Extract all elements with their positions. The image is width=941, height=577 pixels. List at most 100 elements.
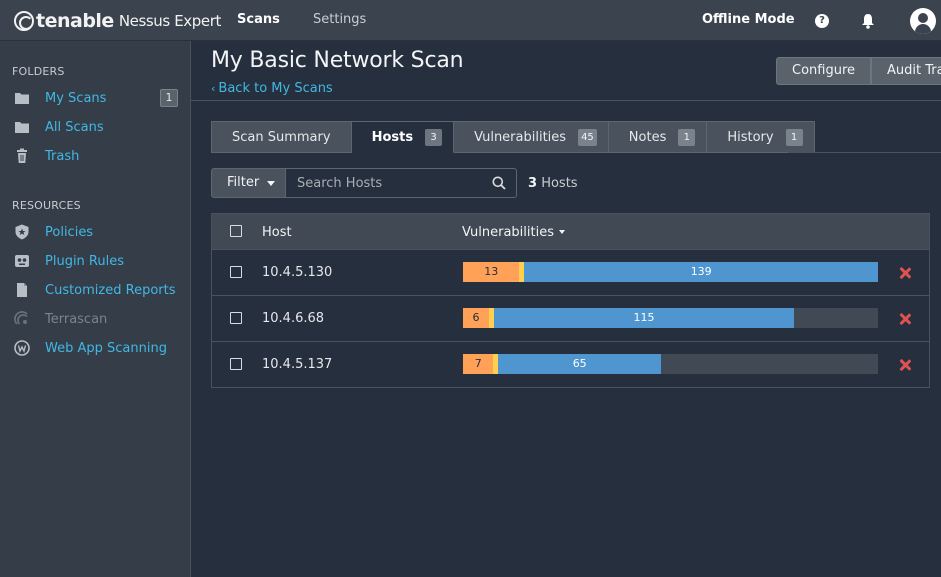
- sidebar-item-policies[interactable]: Policies: [14, 222, 184, 242]
- filter-button[interactable]: Filter: [211, 168, 286, 198]
- tab-history[interactable]: History 1: [707, 121, 815, 153]
- tab-hosts[interactable]: Hosts 3: [351, 121, 455, 153]
- sidebar: FOLDERS My Scans 1 All Scans Trash RESOU…: [0, 41, 191, 577]
- help-icon[interactable]: ?: [815, 14, 829, 28]
- table-row[interactable]: 10.4.5.130 13 139: [212, 250, 929, 296]
- sidebar-item-label: Policies: [45, 224, 94, 240]
- tab-count-badge: 3: [425, 128, 443, 146]
- folders-heading: FOLDERS: [12, 65, 65, 78]
- user-avatar-icon[interactable]: [910, 8, 936, 34]
- column-header-vulnerabilities[interactable]: Vulnerabilities: [462, 225, 565, 240]
- tenable-logo[interactable]: tenable Nessus Expert: [14, 9, 221, 33]
- remove-host-icon[interactable]: [899, 359, 911, 371]
- trash-icon: [17, 148, 27, 163]
- tenable-logo-icon: [14, 11, 34, 31]
- row-checkbox[interactable]: [230, 266, 242, 278]
- host-ip[interactable]: 10.4.5.137: [262, 357, 332, 372]
- header-divider: [191, 100, 941, 101]
- sidebar-item-web-app-scanning[interactable]: Web App Scanning: [14, 338, 184, 358]
- row-checkbox[interactable]: [230, 312, 242, 324]
- table-row[interactable]: 10.4.6.68 6 115: [212, 296, 929, 342]
- shield-icon: [15, 224, 29, 240]
- search-icon[interactable]: [492, 176, 506, 190]
- hosts-count-number: 3: [528, 176, 538, 191]
- severity-info-segment[interactable]: 65: [498, 354, 661, 374]
- sidebar-item-label: My Scans: [45, 90, 107, 106]
- back-to-my-scans-link[interactable]: ‹ Back to My Scans: [211, 81, 333, 96]
- tab-label: History: [727, 129, 774, 145]
- offline-mode-label[interactable]: Offline Mode: [702, 12, 795, 27]
- logo-product-text: Nessus Expert: [118, 12, 222, 30]
- tab-notes[interactable]: Notes 1: [608, 121, 708, 153]
- tab-label: Scan Summary: [232, 129, 331, 145]
- logo-brand-text: tenable: [36, 10, 114, 32]
- hosts-count-label: Hosts: [541, 176, 578, 191]
- configure-button[interactable]: Configure: [776, 57, 872, 85]
- chevron-down-icon: [267, 181, 275, 186]
- tab-label: Notes: [628, 129, 667, 145]
- scan-actions-button-group: Configure Audit Trail: [776, 57, 941, 85]
- back-link-label: Back to My Scans: [218, 81, 333, 96]
- sidebar-item-label: Terrascan: [45, 311, 108, 327]
- filter-button-label: Filter: [227, 175, 260, 190]
- terrascan-icon: [14, 311, 28, 325]
- tab-label: Vulnerabilities: [474, 129, 567, 145]
- tab-vulnerabilities[interactable]: Vulnerabilities 45: [454, 121, 609, 153]
- select-all-checkbox[interactable]: [230, 225, 242, 237]
- plugin-icon: [15, 255, 29, 267]
- document-icon: [17, 283, 27, 297]
- tab-count-badge: 1: [785, 128, 803, 146]
- bell-icon[interactable]: [861, 13, 875, 29]
- sidebar-item-label: Customized Reports: [45, 282, 176, 298]
- hosts-count-text: 3 Hosts: [528, 176, 578, 191]
- table-header: Host Vulnerabilities: [212, 214, 929, 250]
- vulnerability-bar[interactable]: 13 139: [463, 262, 878, 282]
- sidebar-item-label: All Scans: [45, 119, 104, 135]
- remove-host-icon[interactable]: [899, 313, 911, 325]
- sidebar-item-customized-reports[interactable]: Customized Reports: [14, 280, 184, 300]
- severity-high-segment[interactable]: 6: [463, 308, 490, 328]
- remove-host-icon[interactable]: [899, 267, 911, 279]
- sidebar-item-terrascan[interactable]: Terrascan: [14, 309, 184, 329]
- severity-high-segment[interactable]: 7: [463, 354, 494, 374]
- column-header-host[interactable]: Host: [262, 225, 292, 240]
- severity-info-segment[interactable]: 139: [524, 262, 878, 282]
- scan-tabs: Scan Summary Hosts 3 Vulnerabilities 45 …: [211, 121, 815, 153]
- row-checkbox[interactable]: [230, 358, 242, 370]
- sidebar-item-plugin-rules[interactable]: Plugin Rules: [14, 251, 184, 271]
- tab-label: Hosts: [371, 129, 414, 145]
- tab-scan-summary[interactable]: Scan Summary: [211, 121, 352, 153]
- folder-icon: [15, 93, 29, 104]
- sidebar-item-my-scans[interactable]: My Scans: [14, 88, 184, 108]
- chevron-left-icon: ‹: [211, 82, 216, 95]
- search-hosts-input[interactable]: [286, 169, 486, 197]
- search-hosts-box: [285, 168, 517, 198]
- vulnerability-bar[interactable]: 6 115: [463, 308, 878, 328]
- sidebar-item-trash[interactable]: Trash: [14, 146, 184, 166]
- hosts-table: Host Vulnerabilities 10.4.5.130 13 139 1…: [211, 213, 930, 388]
- host-ip[interactable]: 10.4.6.68: [262, 311, 324, 326]
- sort-desc-icon: [558, 230, 565, 234]
- sidebar-item-label: Web App Scanning: [45, 340, 167, 356]
- severity-info-segment[interactable]: 115: [494, 308, 794, 328]
- top-navigation-bar: tenable Nessus Expert Scans Settings Off…: [0, 0, 941, 41]
- tabs-divider: [788, 152, 941, 153]
- nav-settings[interactable]: Settings: [313, 12, 366, 27]
- column-header-label: Vulnerabilities: [462, 225, 554, 240]
- vulnerability-bar[interactable]: 7 65: [463, 354, 878, 374]
- resources-heading: RESOURCES: [12, 199, 81, 212]
- sidebar-item-label: Plugin Rules: [45, 253, 124, 269]
- audit-trail-button[interactable]: Audit Trail: [871, 57, 941, 85]
- nav-scans[interactable]: Scans: [237, 12, 280, 27]
- host-ip[interactable]: 10.4.5.130: [262, 265, 332, 280]
- folder-icon: [15, 122, 29, 133]
- page-title: My Basic Network Scan: [211, 48, 464, 73]
- sidebar-item-label: Trash: [45, 148, 80, 164]
- tab-count-badge: 45: [578, 128, 597, 146]
- web-app-icon: [14, 340, 30, 356]
- tab-count-badge: 1: [678, 128, 696, 146]
- my-scans-count-badge: 1: [160, 89, 178, 107]
- severity-high-segment[interactable]: 13: [463, 262, 520, 282]
- table-row[interactable]: 10.4.5.137 7 65: [212, 342, 929, 388]
- sidebar-item-all-scans[interactable]: All Scans: [14, 117, 184, 137]
